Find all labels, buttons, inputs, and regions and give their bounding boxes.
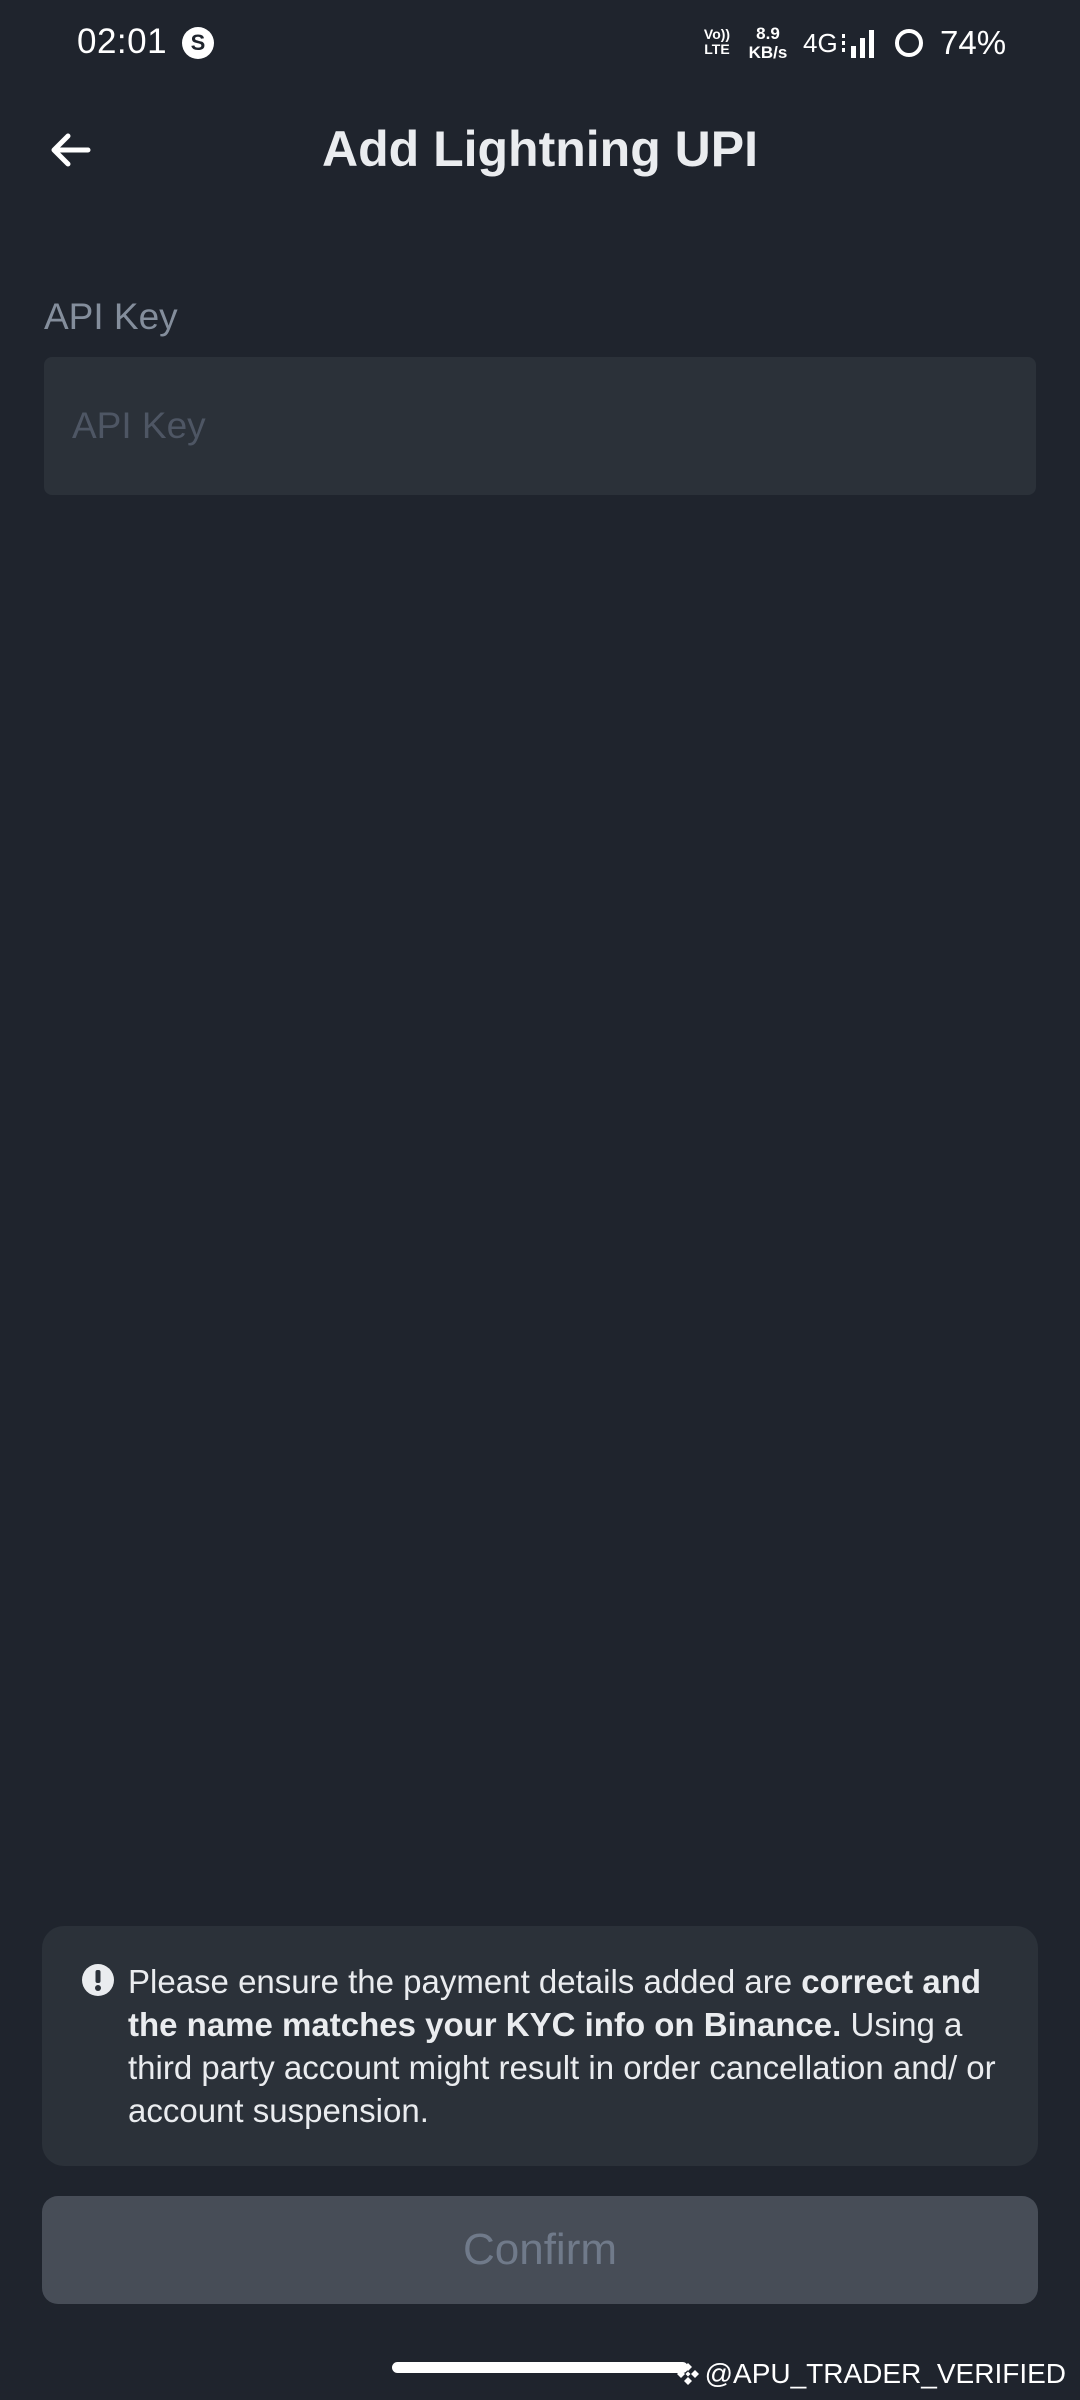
binance-logo-icon: [676, 2363, 699, 2385]
volte-bottom-text: LTE: [704, 41, 730, 57]
network-speed-unit: KB/s: [748, 43, 788, 62]
network-speed: 8.9 KB/s: [746, 24, 790, 62]
volte-top-text: Vo)): [703, 26, 731, 42]
watermark-text: @APU_TRADER_VERIFIED: [704, 2358, 1066, 2389]
notice-text: Please ensure the payment details added …: [128, 1960, 998, 2132]
battery-percent: 74%: [940, 24, 1007, 61]
skype-icon: S: [182, 27, 214, 59]
volte-icon: Vo)) LTE: [700, 27, 734, 57]
signal-icon: [842, 30, 874, 58]
home-indicator[interactable]: [392, 2362, 688, 2373]
watermark: @APU_TRADER_VERIFIED: [675, 2356, 1066, 2392]
api-key-input[interactable]: [44, 357, 1036, 495]
status-time: 02:01: [77, 22, 168, 61]
page-title: Add Lightning UPI: [321, 121, 758, 177]
status-bar: 02:01 S Vo)) LTE 8.9 KB/s 4G 74%: [0, 0, 1080, 90]
confirm-button[interactable]: Confirm: [42, 2196, 1038, 2304]
network-type: 4G: [803, 28, 838, 58]
battery-ring-icon: [895, 29, 923, 57]
exclamation-circle-icon: [82, 1964, 114, 1996]
network-speed-value: 8.9: [756, 24, 780, 43]
header: Add Lightning UPI: [0, 100, 1080, 200]
payment-notice: Please ensure the payment details added …: [42, 1926, 1038, 2166]
api-key-label: API Key: [44, 296, 178, 337]
notice-text-part-1: Please ensure the payment details added …: [128, 1963, 802, 2000]
